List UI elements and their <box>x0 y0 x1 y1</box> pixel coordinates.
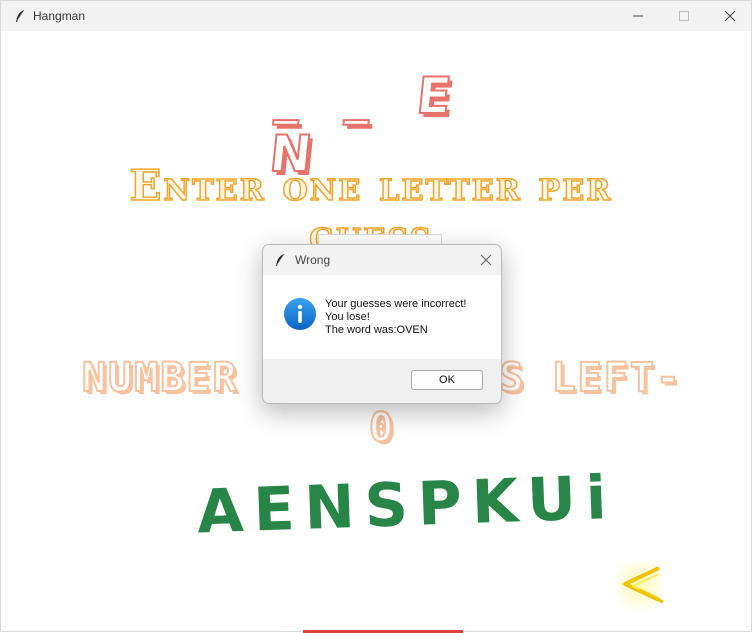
ok-button[interactable]: OK <box>411 370 483 390</box>
guesses-left-value: 0 <box>368 404 396 452</box>
message-line: Your guesses were incorrect! <box>325 298 467 310</box>
dialog-title-bar[interactable]: Wrong <box>263 245 501 275</box>
used-letters: AENSPKUi <box>195 462 618 548</box>
dialog-title: Wrong <box>295 253 331 267</box>
minimize-button[interactable] <box>615 1 661 31</box>
info-icon <box>284 298 316 330</box>
maximize-icon <box>679 11 689 21</box>
minimize-icon <box>633 15 643 17</box>
window-title: Hangman <box>33 9 86 23</box>
feather-icon <box>15 9 25 23</box>
dialog-body: Your guesses were incorrect! You lose! T… <box>263 275 501 359</box>
dialog-close-button[interactable] <box>471 245 501 275</box>
back-arrow-icon <box>623 566 664 604</box>
wrong-dialog: Wrong Your guesses were incorrect! You l… <box>262 244 502 404</box>
close-icon <box>724 10 736 22</box>
back-button[interactable] <box>609 559 669 611</box>
message-line: You lose! <box>325 311 370 323</box>
close-icon <box>480 254 492 266</box>
dialog-message: Your guesses were incorrect! You lose! T… <box>325 298 466 337</box>
maximize-button[interactable] <box>661 1 707 31</box>
feather-icon <box>275 253 285 267</box>
close-button[interactable] <box>707 1 752 31</box>
message-line: The word was:OVEN <box>325 324 428 336</box>
